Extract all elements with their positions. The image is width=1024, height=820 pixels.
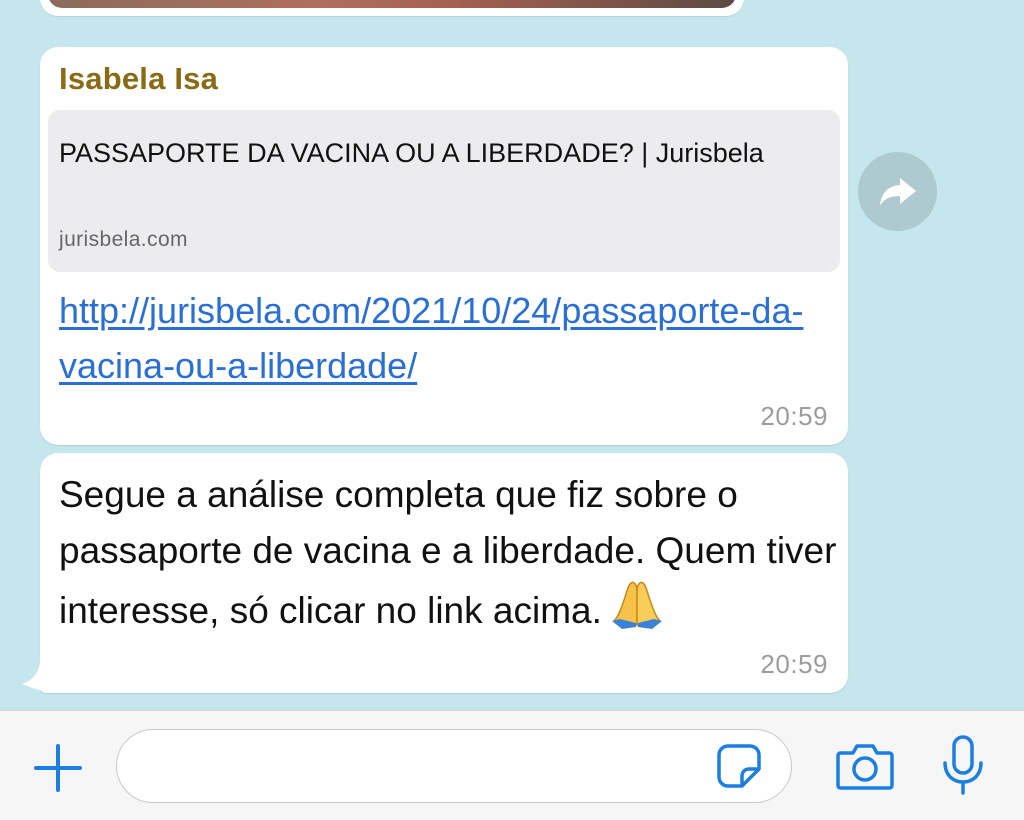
message-timestamp: 20:59 bbox=[760, 401, 828, 431]
microphone-icon bbox=[943, 735, 983, 795]
link-preview-domain: jurisbela.com bbox=[59, 228, 188, 251]
forward-arrow-icon bbox=[879, 177, 916, 206]
microphone-button[interactable] bbox=[936, 734, 990, 798]
forward-button[interactable] bbox=[858, 152, 937, 231]
plus-icon bbox=[34, 744, 82, 792]
message-bubble-link[interactable]: Isabela Isa PASSAPORTE DA VACINA OU A LI… bbox=[40, 47, 848, 445]
camera-icon bbox=[836, 744, 894, 790]
sticker-button[interactable] bbox=[714, 740, 764, 792]
attach-button[interactable] bbox=[30, 740, 86, 796]
link-preview-card[interactable]: PASSAPORTE DA VACINA OU A LIBERDADE? | J… bbox=[48, 110, 840, 272]
message-timestamp: 20:59 bbox=[760, 649, 828, 679]
message-body: Segue a análise completa que fiz sobre o… bbox=[59, 474, 837, 631]
previous-message-image[interactable] bbox=[48, 0, 736, 8]
message-text: Segue a análise completa que fiz sobre o… bbox=[59, 467, 839, 645]
message-bubble-text[interactable]: Segue a análise completa que fiz sobre o… bbox=[40, 453, 848, 693]
previous-media-message[interactable] bbox=[40, 0, 744, 16]
folded-hands-emoji bbox=[610, 579, 664, 645]
message-input[interactable] bbox=[116, 729, 792, 803]
sticker-icon bbox=[717, 744, 761, 788]
message-link[interactable]: http://jurisbela.com/2021/10/24/passapor… bbox=[59, 283, 819, 393]
link-preview-title: PASSAPORTE DA VACINA OU A LIBERDADE? | J… bbox=[59, 138, 764, 168]
camera-button[interactable] bbox=[832, 738, 898, 794]
sender-name[interactable]: Isabela Isa bbox=[59, 61, 218, 97]
chat-area[interactable]: Isabela Isa PASSAPORTE DA VACINA OU A LI… bbox=[0, 0, 1024, 710]
